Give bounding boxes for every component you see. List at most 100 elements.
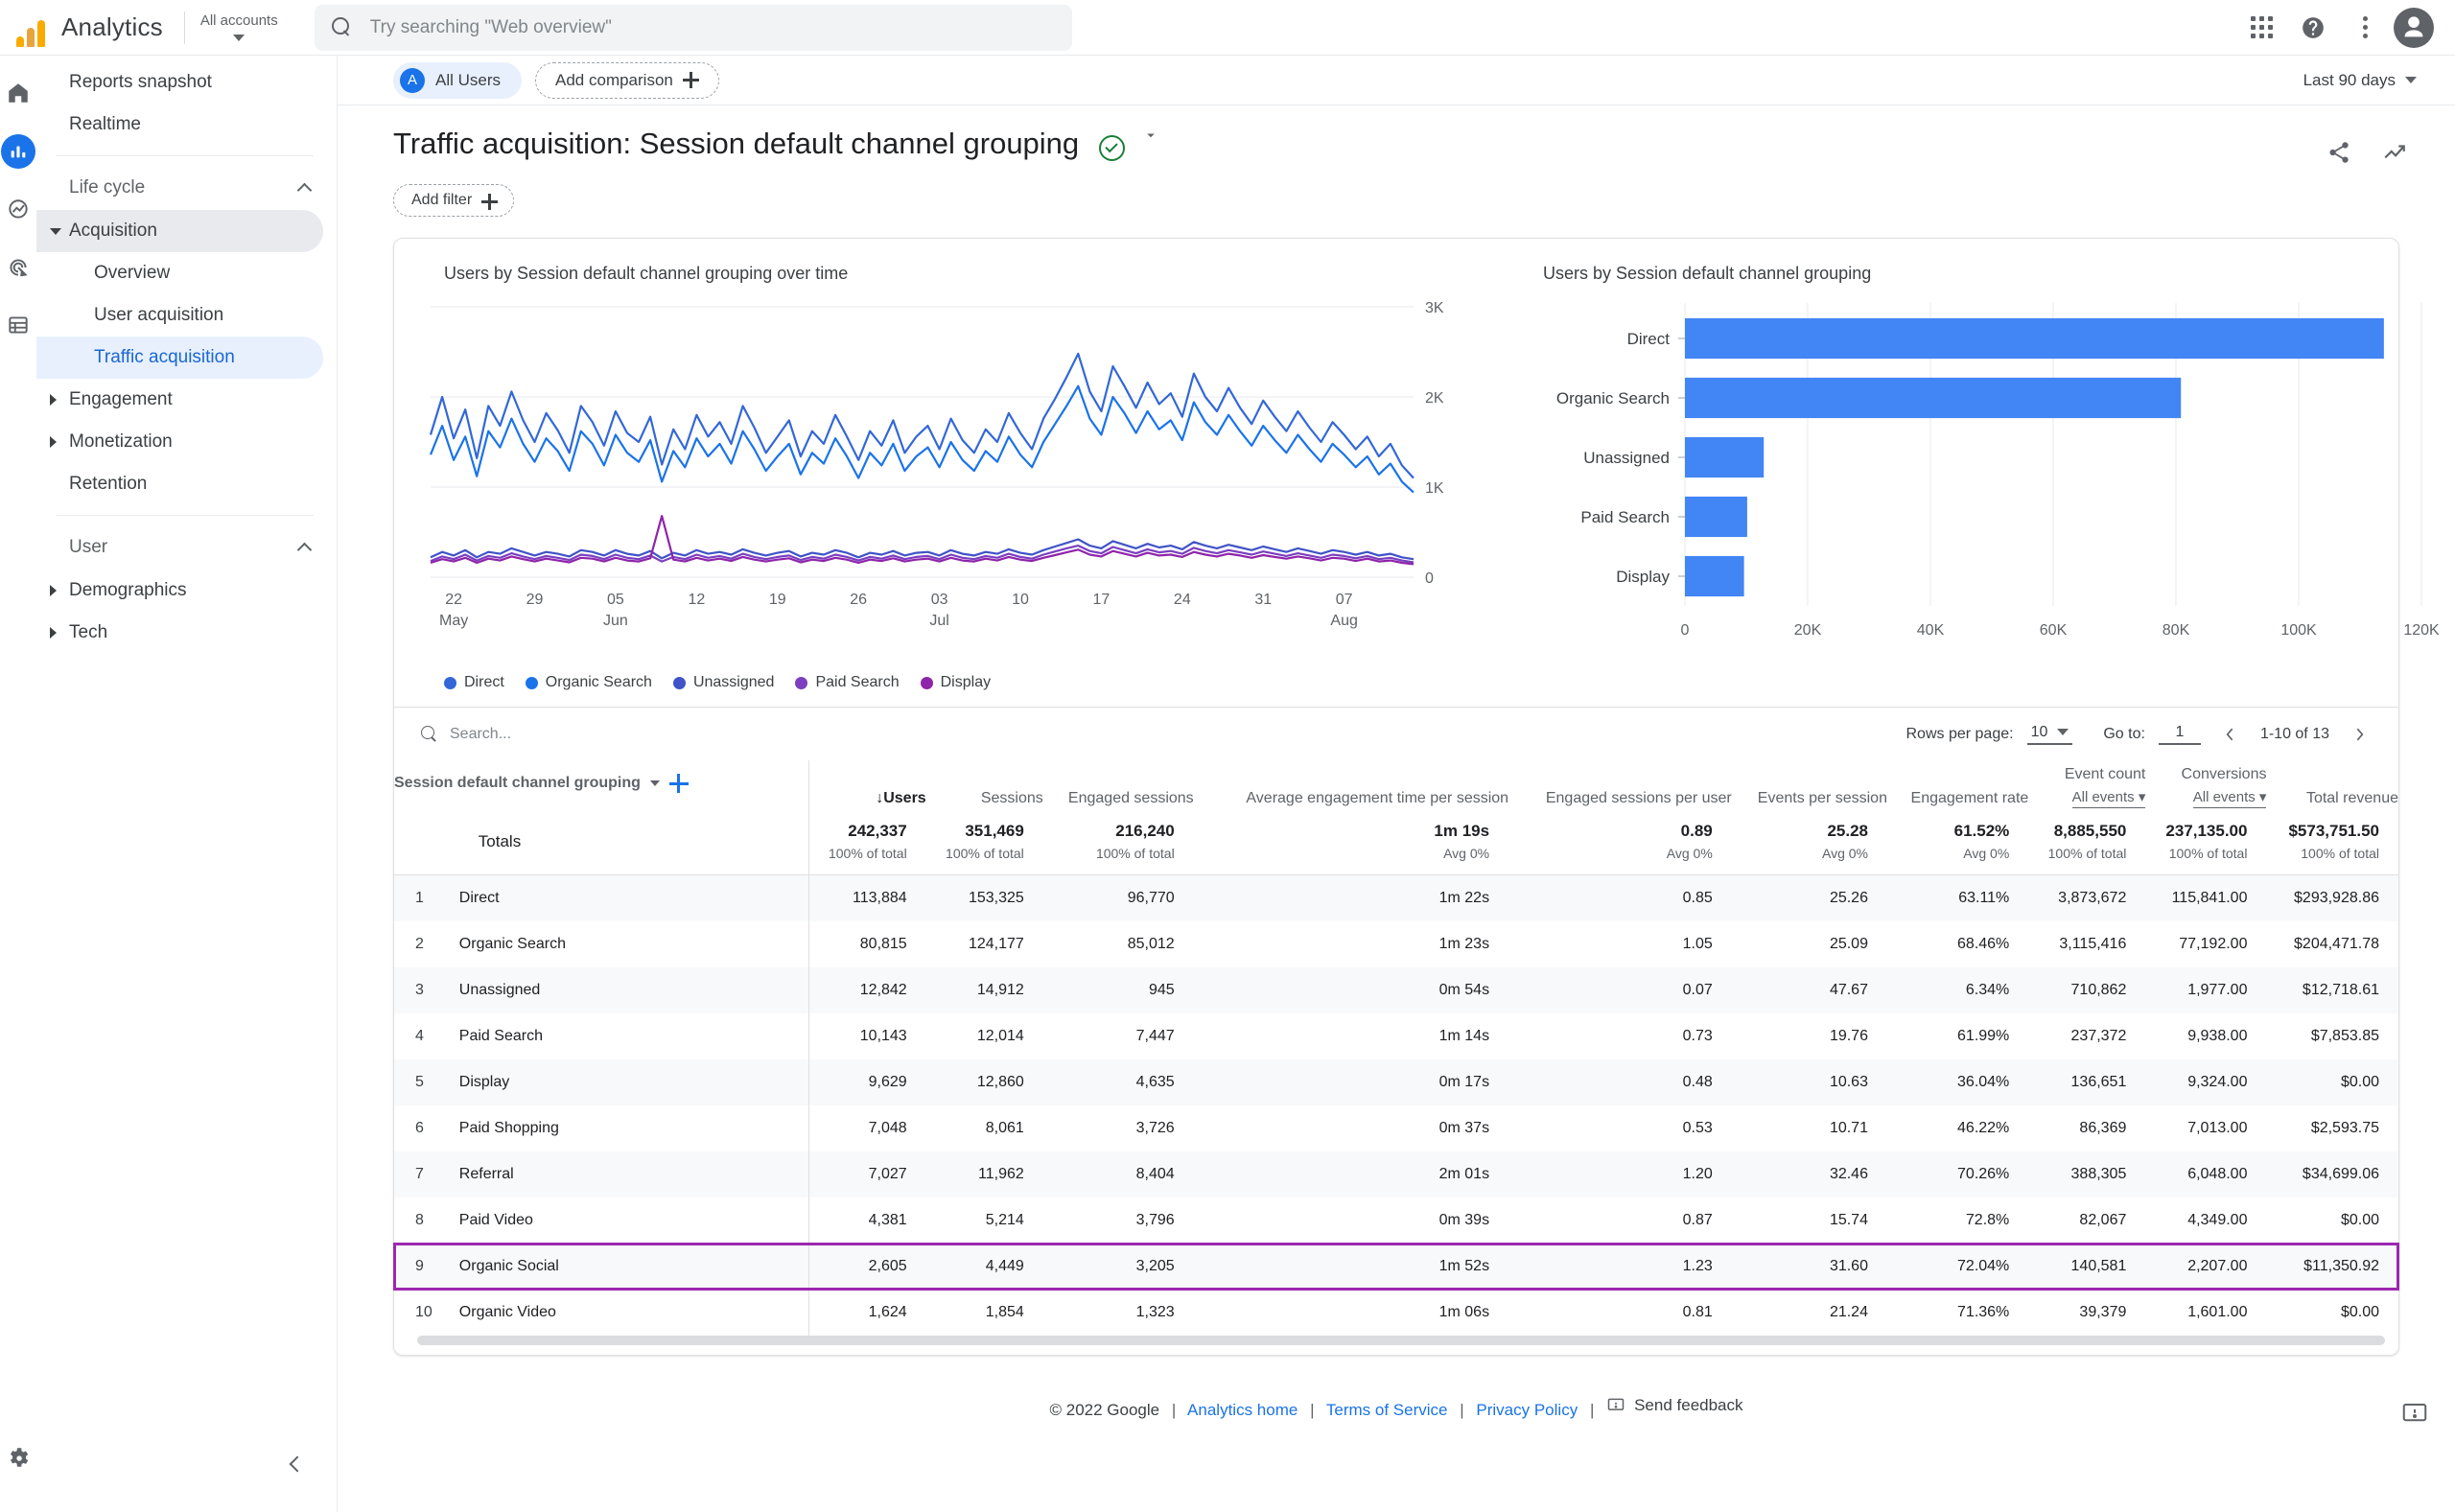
totals-spacer: [394, 808, 452, 875]
feedback-fab-icon[interactable]: [2394, 1393, 2436, 1435]
row-metric-value: 1.20: [1682, 1166, 1713, 1182]
table-row[interactable]: 5 Display 9,629 12,860 4,635 0m 17s 0.48 10.63 3…: [394, 1059, 2398, 1105]
column-header-engagement-rate[interactable]: Engagement rate: [1887, 760, 2029, 808]
avatar[interactable]: [2394, 7, 2434, 48]
row-dimension-value[interactable]: Paid Search: [452, 1013, 808, 1059]
column-header-event-select[interactable]: All events ▾: [2071, 788, 2146, 808]
totals-cell: 0.89 Avg 0%: [1508, 808, 1732, 875]
sidebar-group-user[interactable]: User: [36, 525, 337, 570]
home-icon[interactable]: [2, 77, 35, 109]
row-dimension-value[interactable]: Direct: [452, 875, 808, 922]
row-dimension-value[interactable]: Organic Video: [452, 1290, 808, 1336]
footer-link-privacy[interactable]: Privacy Policy: [1476, 1401, 1578, 1419]
next-page-button[interactable]: [2343, 718, 2375, 751]
go-to-input[interactable]: [2158, 723, 2201, 745]
svg-text:40K: 40K: [1917, 622, 1945, 639]
table-row[interactable]: 3 Unassigned 12,842 14,912 945 0m 54s 0.07 47.6…: [394, 967, 2398, 1013]
footer-link-terms[interactable]: Terms of Service: [1326, 1401, 1448, 1419]
apps-grid-icon[interactable]: [2238, 5, 2284, 51]
more-vert-icon[interactable]: [2342, 5, 2388, 51]
sidebar-item-engagement[interactable]: Engagement: [36, 379, 323, 421]
row-dimension-value[interactable]: Unassigned: [452, 967, 808, 1013]
search-input[interactable]: [367, 15, 1055, 39]
svg-text:26: 26: [850, 592, 867, 608]
sidebar-item-user-acquisition[interactable]: User acquisition: [36, 294, 323, 337]
row-dimension-value[interactable]: Organic Search: [452, 921, 808, 967]
sidebar-item-reports-snapshot[interactable]: Reports snapshot: [36, 61, 323, 104]
check-circle-icon[interactable]: [1098, 134, 1125, 161]
column-header-events-per-session[interactable]: Events per session: [1732, 760, 1887, 808]
column-header-engaged-sessions-per-user[interactable]: Engaged sessions per user: [1508, 760, 1732, 808]
add-dimension-button[interactable]: [668, 774, 689, 793]
column-header-event-select[interactable]: All events ▾: [2192, 788, 2267, 808]
table-search[interactable]: Search...: [421, 725, 511, 743]
sidebar-item-acquisition[interactable]: Acquisition: [36, 210, 323, 252]
configure-icon[interactable]: [2, 309, 35, 341]
row-dimension-value[interactable]: Paid Video: [452, 1198, 808, 1244]
insights-trend-icon[interactable]: [2373, 130, 2417, 174]
sidebar-item-demographics[interactable]: Demographics: [36, 570, 323, 612]
legend-item[interactable]: Paid Search: [795, 674, 900, 691]
column-header-users[interactable]: ↓Users: [807, 760, 926, 808]
table-row[interactable]: 6 Paid Shopping 7,048 8,061 3,726 0m 37s 0.53 1…: [394, 1105, 2398, 1151]
all-users-label: All Users: [435, 70, 502, 89]
share-icon[interactable]: [2317, 130, 2361, 174]
add-comparison-button[interactable]: Add comparison: [535, 61, 719, 99]
svg-text:60K: 60K: [2040, 622, 2068, 639]
chevron-down-icon[interactable]: [1142, 127, 1159, 149]
row-dimension-value[interactable]: Paid Shopping: [452, 1105, 808, 1151]
row-dimension-value[interactable]: Display: [452, 1059, 808, 1105]
column-header-average-engagement-time-per-session[interactable]: Average engagement time per session: [1194, 760, 1508, 808]
row-metric-value: 12,860: [976, 1074, 1024, 1090]
sidebar-item-traffic-acquisition[interactable]: Traffic acquisition: [36, 337, 323, 379]
table-row[interactable]: 4 Paid Search 10,143 12,014 7,447 1m 14s 0.73 1…: [394, 1013, 2398, 1059]
global-search[interactable]: [314, 4, 1072, 51]
collapse-nav-button[interactable]: [276, 1445, 315, 1483]
line-chart[interactable]: 3K 2K 1K 0 22 May 29 05 Jun 12 19 26 03 Jul 10 17 24 31 07…: [421, 290, 1466, 663]
sidebar-item-overview[interactable]: Overview: [36, 252, 323, 294]
table-row[interactable]: 8 Paid Video 4,381 5,214 3,796 0m 39s 0.87 15.7…: [394, 1198, 2398, 1244]
legend-item[interactable]: Organic Search: [525, 674, 652, 691]
table-row[interactable]: 1 Direct 113,884 153,325 96,770 1m 22s 0.85 25.…: [394, 874, 2398, 922]
help-icon[interactable]: [2290, 5, 2336, 51]
table-row[interactable]: 10 Organic Video 1,624 1,854 1,323 1m 06s 0.81…: [394, 1290, 2398, 1336]
advertising-icon[interactable]: [2, 251, 35, 284]
row-metric-value: 14,912: [976, 982, 1024, 998]
row-dimension-value[interactable]: Organic Social: [452, 1244, 808, 1290]
legend-item[interactable]: Display: [920, 674, 991, 691]
legend-item[interactable]: Direct: [444, 674, 504, 691]
rows-per-page-select[interactable]: 10: [2026, 724, 2073, 745]
previous-page-button[interactable]: [2214, 718, 2247, 751]
sidebar-item-realtime[interactable]: Realtime: [36, 104, 323, 146]
legend-item[interactable]: Unassigned: [672, 674, 774, 691]
chevron-down-icon[interactable]: [649, 780, 660, 786]
chevron-right-icon: [50, 436, 57, 448]
reports-icon[interactable]: [1, 134, 35, 169]
footer-link-analytics-home[interactable]: Analytics home: [1187, 1401, 1298, 1419]
row-index: 6: [415, 1120, 424, 1136]
row-metric-value: 63.11%: [1958, 890, 2010, 906]
explore-icon[interactable]: [2, 194, 35, 226]
row-dimension-value[interactable]: Referral: [452, 1151, 808, 1198]
column-header-engaged-sessions[interactable]: Engaged sessions: [1043, 760, 1194, 808]
table-row[interactable]: 9 Organic Social 2,605 4,449 3,205 1m 52s 1.23…: [393, 1243, 2399, 1291]
sidebar-item-tech[interactable]: Tech: [36, 612, 323, 654]
admin-gear-icon[interactable]: [2, 1441, 35, 1474]
date-range-selector[interactable]: Last 90 days: [2303, 71, 2417, 90]
column-header-total-revenue[interactable]: Total revenue: [2266, 760, 2398, 808]
column-header-sessions[interactable]: Sessions: [926, 760, 1043, 808]
account-selector[interactable]: All accounts: [200, 13, 278, 41]
column-header-event-count[interactable]: Event count All events ▾: [2028, 760, 2146, 808]
add-filter-button[interactable]: Add filter: [393, 184, 515, 217]
table-row[interactable]: 7 Referral 7,027 11,962 8,404 2m 01s 1.20 32.46…: [394, 1151, 2398, 1198]
sidebar-item-monetization[interactable]: Monetization: [36, 421, 323, 463]
sidebar-item-retention[interactable]: Retention: [36, 463, 323, 505]
pagination-controls: Rows per page: 10 Go to: 1-10 of 13: [1906, 718, 2376, 751]
sidebar-group-life-cycle[interactable]: Life cycle: [36, 166, 337, 210]
bar-chart[interactable]: Direct Organic Search Unassigned Paid Searc…: [1520, 290, 2455, 673]
table-row[interactable]: 2 Organic Search 80,815 124,177 85,012 1m 23s…: [394, 921, 2398, 967]
all-users-chip[interactable]: A All Users: [393, 61, 523, 99]
send-feedback-button[interactable]: Send feedback: [1606, 1396, 1743, 1415]
table-horizontal-scrollbar[interactable]: [417, 1336, 2385, 1345]
column-header-conversions[interactable]: Conversions All events ▾: [2145, 760, 2267, 808]
